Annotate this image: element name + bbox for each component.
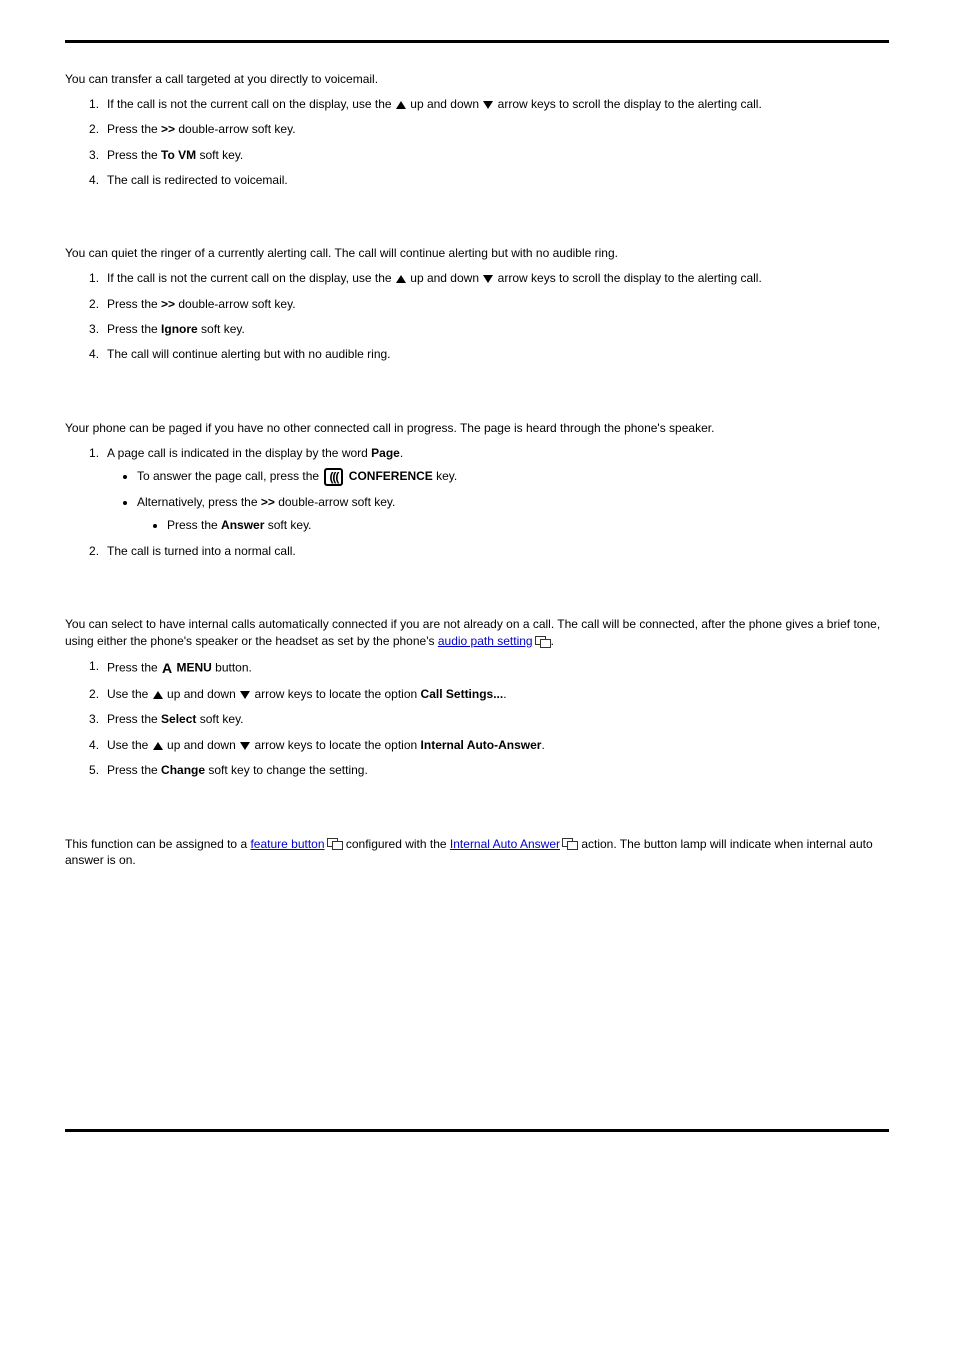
section2-intro: You can quiet the ringer of a currently … [65,245,889,262]
feature-button-link[interactable]: feature button [250,837,324,851]
list-item: To answer the page call, press the ((( C… [137,468,889,486]
section4-intro: You can select to have internal calls au… [65,616,889,650]
call-settings-option: Call Settings... [421,687,504,701]
arrow-down-icon [240,691,250,699]
list-item: The call is turned into a normal call. [107,543,889,560]
list-item: Press the To VM soft key. [107,147,889,164]
section3-list: A page call is indicated in the display … [65,445,889,561]
footer-divider [65,1129,889,1132]
arrow-down-icon [483,275,493,283]
section1-intro: You can transfer a call targeted at you … [65,71,889,88]
arrow-up-icon [396,101,406,109]
list-item: Use the up and down arrow keys to locate… [107,737,889,754]
section-quiet-ringer: You can quiet the ringer of a currently … [65,245,889,363]
arrow-down-icon [240,742,250,750]
double-arrow-key: >> [161,297,175,311]
list-item: The call is redirected to voicemail. [107,172,889,189]
arrow-up-icon [153,742,163,750]
ignore-key: Ignore [161,322,198,336]
double-arrow-key: >> [161,122,175,136]
double-arrow-key: >> [261,495,275,509]
section3-sublist: To answer the page call, press the ((( C… [107,468,889,535]
list-item: If the call is not the current call on t… [107,270,889,287]
section-auto-answer: You can select to have internal calls au… [65,616,889,779]
list-item: Alternatively, press the >> double-arrow… [137,494,889,535]
list-item: Press the >> double-arrow soft key. [107,121,889,138]
list-item: If the call is not the current call on t… [107,96,889,113]
section3-subsublist: Press the Answer soft key. [137,517,889,534]
change-key: Change [161,763,205,777]
audio-path-setting-link[interactable]: audio path setting [438,634,533,648]
arrow-down-icon [483,101,493,109]
section4-note: This function can be assigned to a featu… [65,836,889,870]
reference-icon [562,838,576,850]
section4-list: Press the A MENU button. Use the up and … [65,658,889,780]
list-item: Press the Ignore soft key. [107,321,889,338]
reference-icon [327,838,341,850]
list-item: Press the Answer soft key. [167,517,889,534]
header-divider [65,40,889,43]
conference-icon: ((( [324,468,343,486]
list-item: A page call is indicated in the display … [107,445,889,535]
section2-list: If the call is not the current call on t… [65,270,889,364]
section-transfer-voicemail: You can transfer a call targeted at you … [65,71,889,189]
internal-auto-answer-link[interactable]: Internal Auto Answer [450,837,560,851]
section1-list: If the call is not the current call on t… [65,96,889,190]
answer-key: Answer [221,518,264,532]
internal-auto-answer-option: Internal Auto-Answer [421,738,542,752]
conference-key: CONFERENCE [345,469,432,483]
menu-icon: A [162,658,172,678]
list-item: Use the up and down arrow keys to locate… [107,686,889,703]
page-word: Page [371,446,400,460]
list-item: The call will continue alerting but with… [107,346,889,363]
arrow-up-icon [396,275,406,283]
section3-intro: Your phone can be paged if you have no o… [65,420,889,437]
menu-button: MENU [173,660,212,674]
to-vm-key: To VM [161,148,196,162]
reference-icon [535,636,549,648]
document-page: You can transfer a call targeted at you … [0,0,954,1172]
list-item: Press the >> double-arrow soft key. [107,296,889,313]
list-item: Press the Change soft key to change the … [107,762,889,779]
list-item: Press the Select soft key. [107,711,889,728]
select-key: Select [161,712,196,726]
list-item: Press the A MENU button. [107,658,889,678]
arrow-up-icon [153,691,163,699]
section-page-call: Your phone can be paged if you have no o… [65,420,889,560]
